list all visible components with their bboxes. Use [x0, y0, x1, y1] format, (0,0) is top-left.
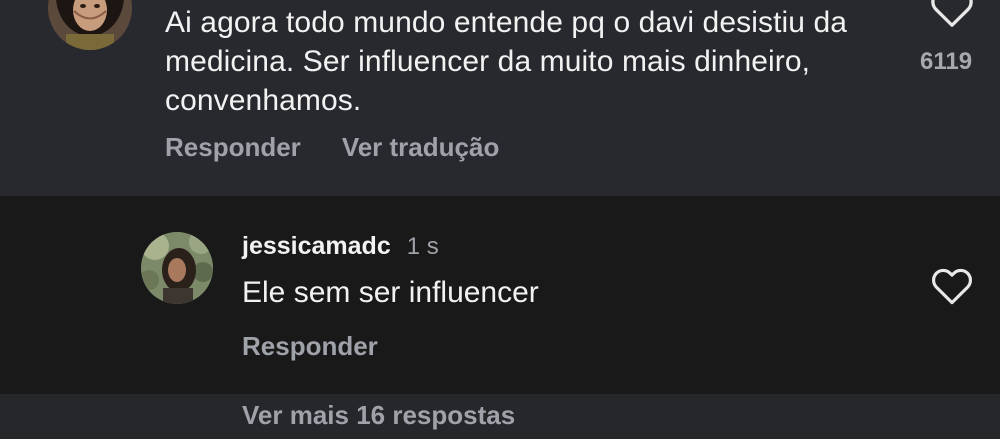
- comments-screen: Ai agora todo mundo entende pq o davi de…: [0, 0, 1000, 439]
- reply-text: Ele sem ser influencer: [242, 276, 539, 309]
- view-more-replies-link[interactable]: Ver mais 16 respostas: [242, 400, 515, 431]
- comment: Ai agora todo mundo entende pq o davi de…: [0, 0, 1000, 196]
- heart-icon[interactable]: [930, 0, 974, 28]
- reply-button[interactable]: Responder: [165, 132, 301, 163]
- replier-avatar-image: [141, 232, 213, 304]
- comment-actions: Responder Ver tradução: [165, 132, 499, 163]
- comment-text: Ai agora todo mundo entende pq o davi de…: [165, 6, 848, 117]
- reply-comment: jessicamadc 1 s Ele sem ser influencer R…: [0, 196, 1000, 394]
- reply-timestamp: 1 s: [406, 233, 439, 260]
- commenter-avatar-image: [48, 0, 132, 50]
- reply-header: jessicamadc 1 s: [242, 232, 439, 261]
- heart-icon[interactable]: [931, 266, 973, 306]
- like-count: 6119: [920, 48, 973, 75]
- reply-username[interactable]: jessicamadc: [242, 232, 391, 261]
- reply-actions: Responder: [242, 331, 378, 362]
- translate-button[interactable]: Ver tradução: [342, 132, 500, 163]
- commenter-avatar[interactable]: [48, 0, 132, 50]
- more-replies-bar: Ver mais 16 respostas: [0, 394, 1000, 439]
- replier-avatar[interactable]: [141, 232, 213, 304]
- reply-button[interactable]: Responder: [242, 331, 378, 361]
